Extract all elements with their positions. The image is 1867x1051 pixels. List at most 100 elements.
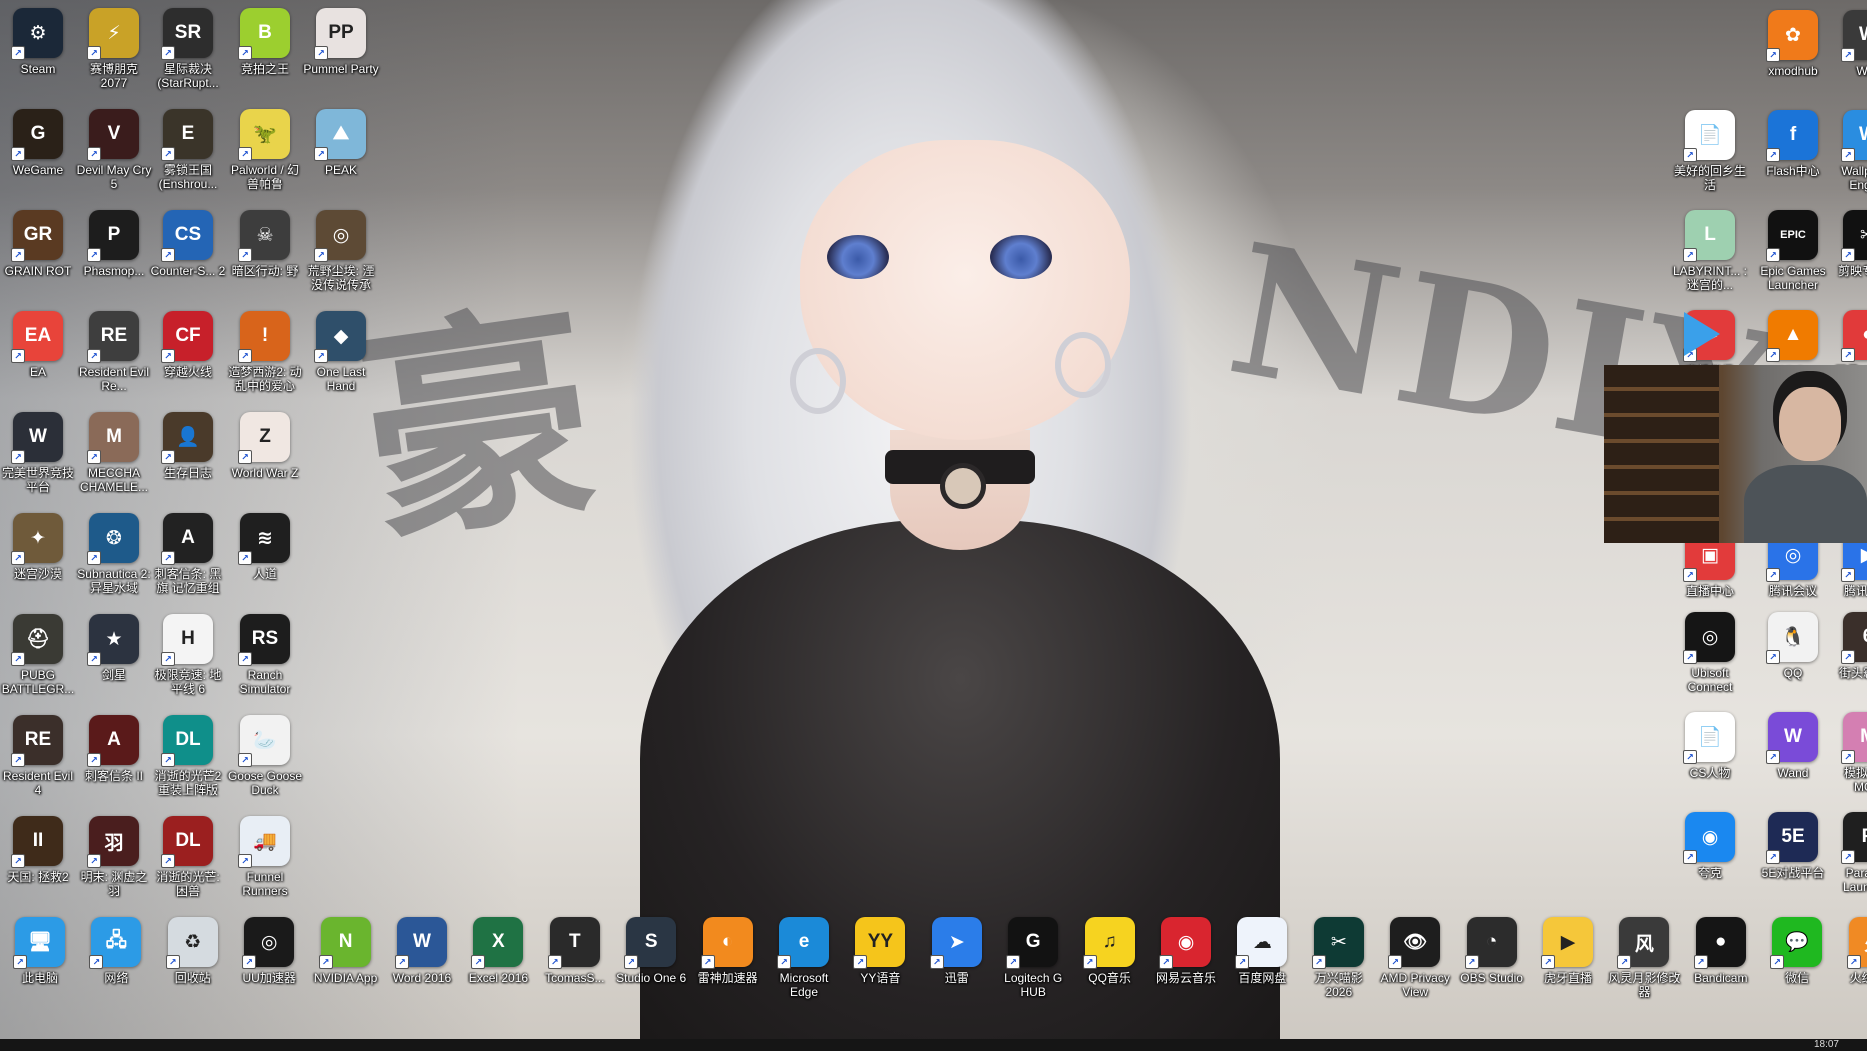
desktop-icon[interactable]: RE ↗ Resident Evil Re... [76,311,152,393]
desktop-icon[interactable]: ◎ ↗ 荒野尘埃: 湮没传说传承 [303,210,379,292]
desktop-icon[interactable]: ⛑ ↗ PUBG BATTLEGR... [0,614,76,696]
desktop-icon[interactable]: ◎ ↗ UU加速器 [231,917,307,985]
app-glyph: ▶ [1861,544,1867,567]
desktop-icon[interactable]: ☠ ↗ 暗区行动: 野 [227,210,303,278]
desktop-icon[interactable]: 6↗街头霸王 6 [1830,612,1867,680]
desktop-icon[interactable]: ✂ ↗ 万兴喵影 2026 [1301,917,1377,999]
desktop-icon[interactable]: DL ↗ 消逝的光芒: 困兽 [150,816,226,898]
desktop-icon[interactable]: N ↗ NVIDIA App [308,917,384,985]
desktop-icon[interactable]: ♻ ↗ 回收站 [155,917,231,985]
play-arrow-icon[interactable] [1684,312,1720,356]
desktop-icon[interactable]: ✂↗剪映专业版 [1830,210,1867,278]
desktop-icon[interactable]: 🚚 ↗ Funnel Runners [227,816,303,898]
desktop-icon[interactable]: ♫ ↗ QQ音乐 [1072,917,1148,985]
desktop-icon[interactable]: W ↗ Wand [1755,712,1831,780]
desktop-icon[interactable]: 💬 ↗ 微信 [1759,917,1835,985]
desktop-icon-label: QQ [1783,666,1803,680]
desktop-icon[interactable]: Z ↗ World War Z [227,412,303,480]
desktop-icon[interactable]: B ↗ 竞拍之王 [227,8,303,76]
desktop-icon-label: 消逝的光芒: 困兽 [156,870,220,898]
desktop-icon[interactable]: 5E ↗ 5E对战平台 [1755,812,1831,880]
desktop-icon[interactable]: G ↗ WeGame [0,109,76,177]
desktop-icon[interactable]: RS ↗ Ranch Simulator [227,614,303,696]
desktop-icon[interactable]: G ↗ Logitech G HUB [995,917,1071,999]
desktop-icon[interactable]: T ↗ TcomasS... [537,917,613,985]
desktop-icon-label: 穿越火线 [163,365,212,379]
desktop-icon[interactable]: f ↗ Flash中心 [1755,110,1831,178]
desktop-icon[interactable]: E ↗ 雾锁王国 (Enshrou... [150,109,226,191]
desktop-icon[interactable]: GR ↗ GRAIN ROT [0,210,76,278]
desktop-icon[interactable]: H ↗ 极限竞速: 地平线 6 [150,614,226,696]
desktop-icon[interactable]: CF ↗ 穿越火线 [150,311,226,379]
desktop-icon[interactable]: 🖧 ↗ 网络 [78,917,154,985]
desktop-icon[interactable]: CS ↗ Counter-S... 2 [150,210,226,278]
desktop-icon[interactable]: RE ↗ Resident Evil 4 [0,715,76,797]
desktop-icon[interactable]: 👁 ↗ AMD Privacy View [1377,917,1453,999]
desktop-icon[interactable]: M↗模拟人生 MOD [1830,712,1867,794]
desktop-icon[interactable]: S ↗ Studio One 6 [613,917,689,985]
desktop-icon[interactable]: ⚡ ↗ 赛博朋克 2077 [76,8,152,90]
desktop-icon[interactable]: ★ ↗ 剑星 [76,614,152,682]
desktop-icon[interactable]: W↗W开 [1830,10,1867,78]
desktop-icon[interactable]: W↗Wallpaper Engine [1830,110,1867,192]
desktop-icon-label: World War Z [231,466,299,480]
desktop-icon[interactable]: ◉ ↗ 夸克 [1672,812,1748,880]
app-icon: ◎ ↗ [1683,612,1735,664]
desktop-icon[interactable]: ◔ ↗ OBS Studio [1454,917,1530,985]
desktop-icon[interactable]: ◐ ↗ 雷神加速器 [690,917,766,985]
taskbar[interactable]: 18:07 [0,1039,1867,1051]
desktop-icon[interactable]: ⚙ ↗ Steam [0,8,76,76]
desktop-icon[interactable]: SR ↗ 星际裁决 (StarRupt... [150,8,226,90]
desktop-icon[interactable]: DL ↗ 消逝的光芒2 重装上阵版 [150,715,226,797]
desktop-icon[interactable]: EA ↗ EA [0,311,76,379]
desktop-icon[interactable]: 👤 ↗ 生存日志 [150,412,226,480]
desktop-icon[interactable]: 🖥 ↗ 此电脑 [2,917,78,985]
desktop-icon[interactable]: W ↗ Word 2016 [384,917,460,985]
desktop-icon[interactable]: ! ↗ 造梦西游2: 动乱中的爱心 [227,311,303,393]
desktop-icon-label: Funnel Runners [242,870,288,898]
taskbar-clock[interactable]: 18:07 [1814,1039,1839,1051]
desktop-icon[interactable]: ⛰ ↗ PEAK [303,109,379,177]
desktop-icon[interactable]: W ↗ 完美世界竞技平台 [0,412,76,494]
desktop-icon[interactable]: M ↗ MECCHA CHAMELE... [76,412,152,494]
desktop-icon[interactable]: ● ↗ Bandicam [1683,917,1759,985]
desktop-icon[interactable]: 🐧 ↗ QQ [1755,612,1831,680]
desktop-icon[interactable]: V ↗ Devil May Cry 5 [76,109,152,191]
desktop-icon[interactable]: P↗Paradox Launcher [1830,812,1867,894]
app-glyph: H [181,628,195,649]
desktop-icon[interactable]: 📄 ↗ 美好的回乡生活 [1672,110,1748,192]
desktop-icon[interactable]: ▶ ↗ 虎牙直播 [1530,917,1606,985]
desktop-icon[interactable]: ➤ ↗ 迅雷 [919,917,995,985]
desktop-icon[interactable]: ✦ ↗ 迷宫沙漠 [0,513,76,581]
shortcut-arrow-icon: ↗ [238,854,252,868]
desktop-icon-label: UU加速器 [242,971,296,985]
desktop-icon[interactable]: L ↗ LABYRINT... : 迷宫的... [1672,210,1748,292]
desktop-icon[interactable]: 风 ↗ 风灵月影修改器 [1606,917,1682,999]
desktop-icon[interactable]: P ↗ Phasmop... [76,210,152,278]
desktop-icon[interactable]: 火↗ 火绒安全 [1836,917,1867,985]
desktop-icon[interactable]: ◆ ↗ One Last Hand [303,311,379,393]
desktop-icon[interactable]: A ↗ 刺客信条 II [76,715,152,783]
desktop-icon[interactable]: ◎ ↗ Ubisoft Connect [1672,612,1748,694]
desktop-icon[interactable]: ❂ ↗ Subnautica 2: 异星水域 [76,513,152,595]
desktop-icon[interactable]: ≋ ↗ 人道 [227,513,303,581]
desktop-icon[interactable]: e ↗ Microsoft Edge [766,917,842,999]
desktop-icon[interactable]: 🦢 ↗ Goose Goose Duck [227,715,303,797]
desktop-icon[interactable]: EPIC ↗ Epic Games Launcher [1755,210,1831,292]
desktop-icon[interactable]: 📄 ↗ CS人物 [1672,712,1748,780]
app-glyph: ◔ [1485,931,1498,952]
desktop-icon[interactable]: II ↗ 天国: 拯救2 [0,816,76,884]
desktop-icon[interactable]: ◉ ↗ 网易云音乐 [1148,917,1224,985]
desktop-icon[interactable]: A ↗ 刺客信条: 黑旗 记忆重组 [150,513,226,595]
desktop-icon[interactable]: ✿ ↗ xmodhub [1755,10,1831,78]
app-glyph: II [32,830,44,851]
desktop-icon-label: Logitech G HUB [1004,971,1063,999]
desktop-icon[interactable]: 羽 ↗ 明末: 渊虚之羽 [76,816,152,898]
desktop-icon[interactable]: 🦖 ↗ Palworld / 幻兽帕鲁 [227,109,303,191]
desktop-icon[interactable]: ☁ ↗ 百度网盘 [1224,917,1300,985]
desktop-icon[interactable]: YY ↗ YY语音 [842,917,918,985]
desktop-icon[interactable]: PP ↗ Pummel Party [303,8,379,76]
app-icon: W↗ [395,917,447,969]
desktop-icon[interactable]: X ↗ Excel 2016 [460,917,536,985]
app-icon: e ↗ [777,917,829,969]
